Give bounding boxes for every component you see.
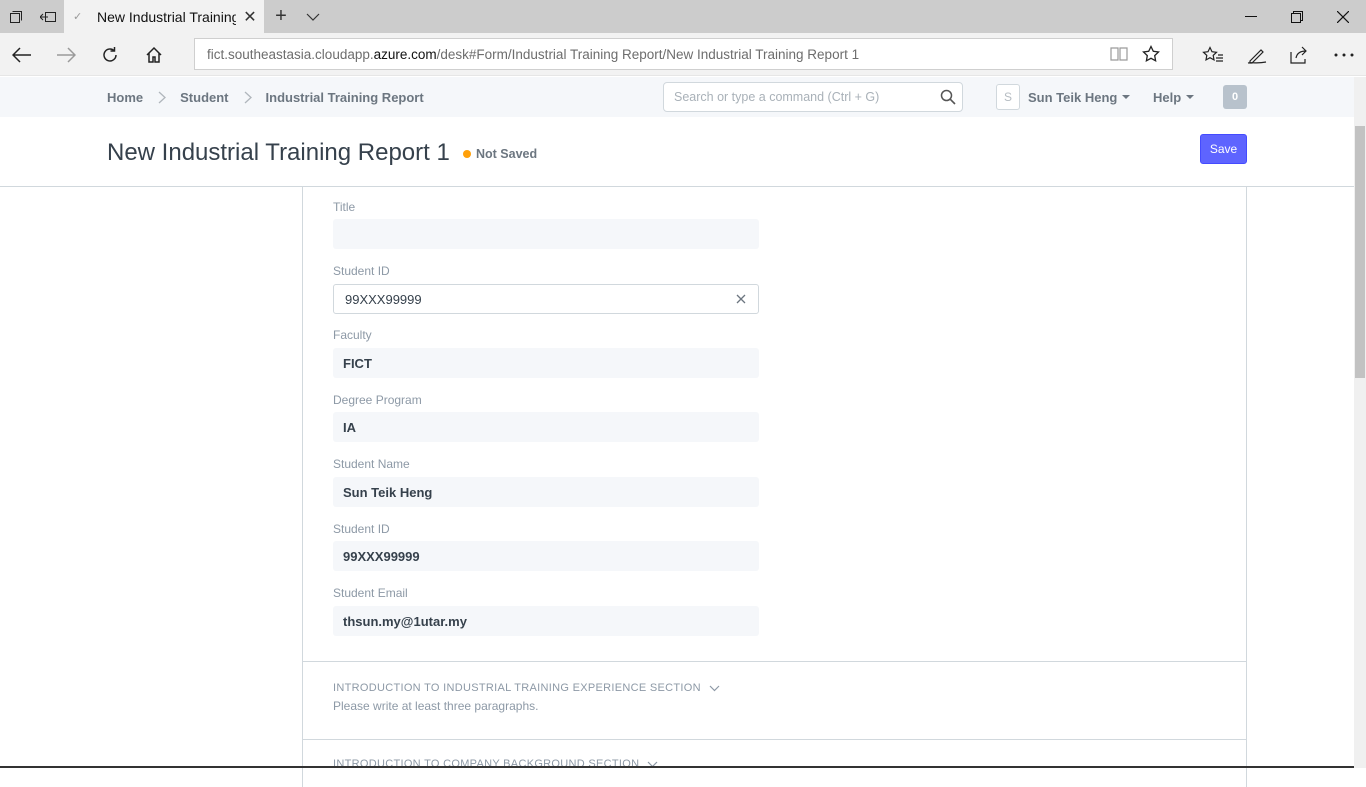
- status-dot-icon: [463, 150, 471, 158]
- field-label-degree-program: Degree Program: [333, 393, 422, 407]
- more-options-icon[interactable]: [1322, 33, 1366, 76]
- refresh-icon[interactable]: [88, 33, 132, 76]
- student-id-input[interactable]: 99XXX99999: [333, 284, 759, 314]
- field-label-student-id-readonly: Student ID: [333, 522, 390, 536]
- url-prefix: fict.southeastasia.cloudapp.: [207, 46, 374, 62]
- page-favicon-icon: ✓: [73, 11, 83, 23]
- tab-overview-icon[interactable]: [0, 0, 32, 33]
- caret-down-icon: [1122, 95, 1131, 99]
- section-description: Please write at least three paragraphs.: [333, 699, 539, 713]
- favorites-hub-icon[interactable]: [1191, 33, 1235, 76]
- close-tab-icon[interactable]: ✕: [236, 7, 264, 27]
- section-divider: [303, 739, 1246, 740]
- chevron-down-icon[interactable]: [709, 685, 720, 692]
- tab-preview-chevron-icon[interactable]: [300, 0, 326, 33]
- reading-view-icon[interactable]: [1103, 38, 1135, 70]
- set-tabs-aside-icon[interactable]: [32, 0, 64, 33]
- faculty-field: FICT: [333, 348, 759, 378]
- new-tab-icon[interactable]: +: [268, 0, 294, 33]
- field-label-faculty: Faculty: [333, 328, 372, 342]
- field-label-student-id: Student ID: [333, 264, 390, 278]
- help-label: Help: [1153, 89, 1182, 105]
- chevron-right-icon: [244, 91, 252, 104]
- breadcrumb-student[interactable]: Student: [180, 90, 228, 105]
- help-menu[interactable]: Help: [1153, 77, 1195, 117]
- url-path: /desk#Form/Industrial Training Report/Ne…: [436, 46, 860, 62]
- page-title: New Industrial Training Report 1: [107, 139, 450, 166]
- scrollbar-thumb[interactable]: [1355, 126, 1365, 378]
- section-head-industrial-training-experience[interactable]: INTRODUCTION TO INDUSTRIAL TRAINING EXPE…: [333, 682, 720, 694]
- breadcrumb-industrial-training-report[interactable]: Industrial Training Report: [266, 90, 424, 105]
- address-bar[interactable]: fict.southeastasia.cloudapp. azure.com/de…: [194, 38, 1173, 70]
- save-button[interactable]: Save: [1200, 134, 1247, 164]
- avatar[interactable]: S: [996, 84, 1020, 110]
- user-name: Sun Teik Heng: [1028, 89, 1118, 105]
- app-navbar: Home Student Industrial Training Report …: [0, 77, 1354, 117]
- field-label-student-email: Student Email: [333, 586, 408, 600]
- close-window-icon[interactable]: [1320, 0, 1366, 33]
- restore-icon[interactable]: [1274, 0, 1320, 33]
- back-arrow-icon[interactable]: [0, 33, 44, 76]
- search-input[interactable]: Search or type a command (Ctrl + G): [663, 82, 963, 112]
- search-placeholder: Search or type a command (Ctrl + G): [674, 90, 880, 104]
- section-title: INTRODUCTION TO INDUSTRIAL TRAINING EXPE…: [333, 682, 701, 694]
- url-domain: azure.com: [373, 46, 437, 62]
- search-icon[interactable]: [940, 89, 956, 108]
- breadcrumb-home[interactable]: Home: [107, 90, 143, 105]
- breadcrumb: Home Student Industrial Training Report: [107, 77, 424, 117]
- web-note-pen-icon[interactable]: [1235, 33, 1279, 76]
- browser-tab-active[interactable]: ✓ New Industrial Training ✕: [64, 0, 264, 33]
- home-icon[interactable]: [132, 33, 176, 76]
- minimize-icon[interactable]: [1228, 0, 1274, 33]
- title-field[interactable]: [333, 219, 759, 249]
- field-label-student-name: Student Name: [333, 457, 410, 471]
- status-indicator: Not Saved: [463, 147, 537, 161]
- share-icon[interactable]: [1277, 33, 1321, 76]
- section-head-company-background[interactable]: INTRODUCTION TO COMPANY BACKGROUND SECTI…: [333, 758, 658, 770]
- section-title: INTRODUCTION TO COMPANY BACKGROUND SECTI…: [333, 758, 640, 770]
- favorite-star-icon[interactable]: [1135, 38, 1167, 70]
- forward-arrow-icon[interactable]: [44, 33, 88, 76]
- user-menu[interactable]: Sun Teik Heng: [1028, 77, 1131, 117]
- tab-title: New Industrial Training: [97, 8, 236, 25]
- student-id-value: 99XXX99999: [345, 291, 422, 307]
- student-email-field: thsun.my@1utar.my: [333, 606, 759, 636]
- browser-navigation-bar: fict.southeastasia.cloudapp. azure.com/de…: [0, 33, 1366, 76]
- notification-badge[interactable]: 0: [1223, 85, 1247, 109]
- clear-icon[interactable]: [736, 292, 746, 307]
- section-divider: [303, 661, 1246, 662]
- student-name-field: Sun Teik Heng: [333, 477, 759, 507]
- browser-tab-strip: ✓ New Industrial Training ✕ +: [0, 0, 1366, 33]
- page-head: New Industrial Training Report 1 Not Sav…: [0, 117, 1354, 187]
- status-text: Not Saved: [476, 147, 538, 161]
- caret-down-icon: [1186, 95, 1195, 99]
- field-label-title: Title: [333, 200, 356, 214]
- chevron-right-icon: [158, 91, 167, 104]
- student-id-readonly-field: 99XXX99999: [333, 541, 759, 571]
- degree-program-field: IA: [333, 412, 759, 442]
